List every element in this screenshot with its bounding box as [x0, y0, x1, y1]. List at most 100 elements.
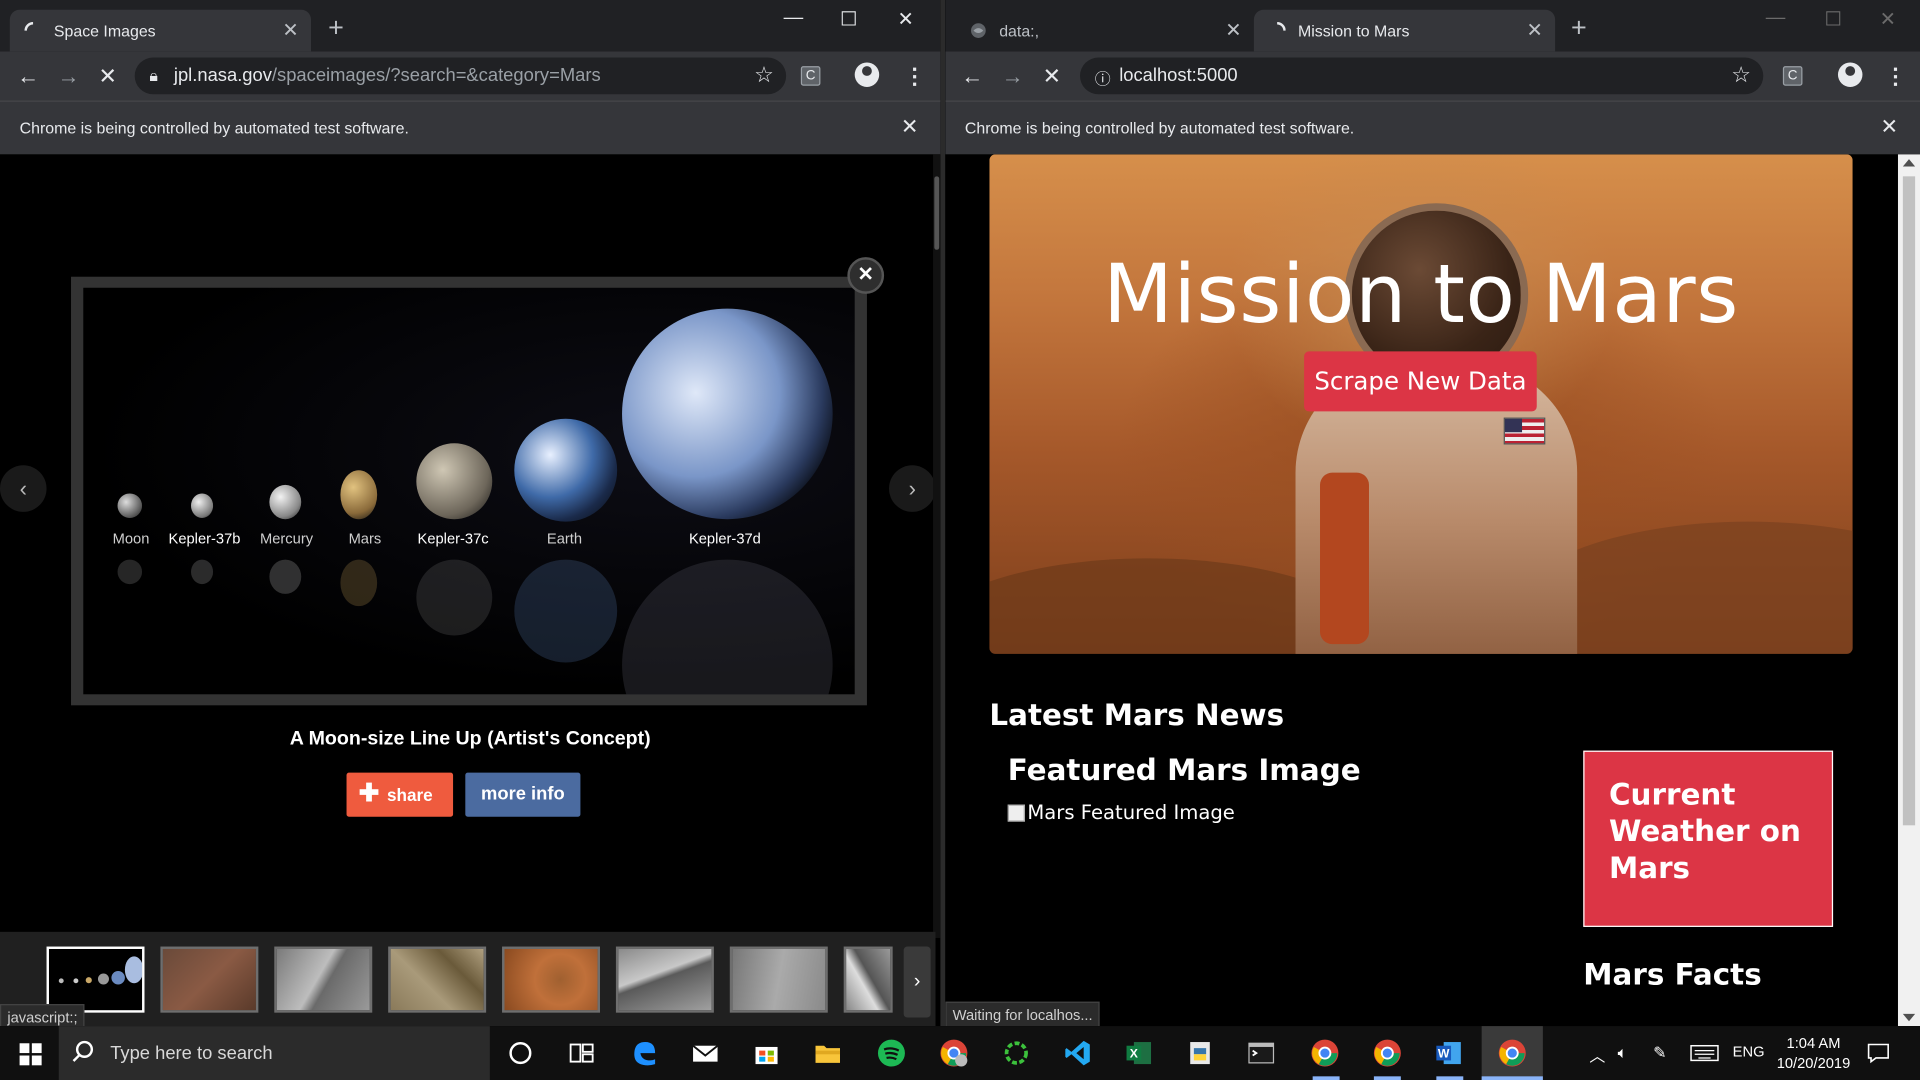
planet-label: Mars: [348, 530, 382, 548]
edge-icon[interactable]: [629, 1038, 658, 1067]
volume-icon[interactable]: 🔈︎: [1618, 1043, 1628, 1063]
scroll-up-icon[interactable]: [1902, 159, 1916, 167]
close-window-icon[interactable]: ✕: [1880, 7, 1896, 31]
address-bar[interactable]: 🔒︎ jpl.nasa.gov/spaceimages/?search=&cat…: [134, 57, 787, 95]
minimize-icon[interactable]: —: [784, 7, 804, 29]
back-arrow-icon[interactable]: ←: [958, 61, 987, 90]
right-browser-window: data:, ✕ Mission to Mars ✕ + — ☐ ✕ ← → ✕…: [945, 0, 1920, 1027]
status-bubble: javascript:;: [0, 1004, 85, 1027]
keyboard-icon[interactable]: [1690, 1043, 1719, 1063]
bookmark-star-icon[interactable]: ☆: [1731, 62, 1751, 88]
thumbnail-item[interactable]: [274, 946, 373, 1013]
excel-icon[interactable]: X: [1124, 1038, 1153, 1067]
thumbnail-item[interactable]: [843, 946, 893, 1013]
lightbox-close-button[interactable]: ✕: [847, 257, 885, 294]
right-page-content: Mission to Mars Scrape New Data Latest M…: [945, 154, 1920, 1027]
close-tab-icon[interactable]: ✕: [1526, 18, 1542, 42]
thumbnail-item[interactable]: [160, 946, 259, 1013]
thumbnail-next-icon[interactable]: ›: [903, 946, 931, 1018]
terminal-icon[interactable]: [1247, 1038, 1276, 1067]
cortana-icon[interactable]: [506, 1038, 535, 1067]
planet-label: Mercury: [259, 530, 314, 548]
featured-image-heading: Featured Mars Image: [1007, 753, 1361, 788]
system-clock[interactable]: 1:04 AM 10/20/2019: [1773, 1033, 1854, 1072]
new-tab-icon[interactable]: +: [328, 14, 344, 42]
close-tab-icon[interactable]: ✕: [282, 18, 298, 42]
task-view-icon[interactable]: [567, 1038, 596, 1067]
planet-label: Kepler-37c: [417, 530, 489, 548]
scrape-new-data-button[interactable]: Scrape New Data: [1304, 351, 1537, 412]
left-scrollbar[interactable]: [933, 154, 941, 938]
mail-icon[interactable]: [691, 1038, 720, 1067]
menu-kebab-icon[interactable]: ⋮: [904, 61, 926, 90]
infobar-close-icon[interactable]: ✕: [1881, 115, 1898, 139]
tab-mission-to-mars[interactable]: Mission to Mars ✕: [1253, 9, 1556, 52]
thumbnail-item[interactable]: [46, 946, 145, 1013]
automation-infobar: Chrome is being controlled by automated …: [945, 100, 1920, 155]
planet-kepler-37d: [622, 308, 833, 520]
back-arrow-icon[interactable]: ←: [13, 61, 42, 90]
clock-time: 1:04 AM: [1786, 1034, 1841, 1052]
stop-loading-icon[interactable]: ✕: [93, 61, 122, 90]
chrome-icon[interactable]: [1373, 1038, 1402, 1067]
image-caption: A Moon-size Line Up (Artist's Concept): [289, 728, 651, 750]
word-icon[interactable]: W: [1434, 1038, 1463, 1067]
maximize-icon[interactable]: ☐: [840, 7, 858, 31]
next-arrow-icon[interactable]: ›: [888, 465, 936, 512]
forward-arrow-icon[interactable]: →: [998, 61, 1027, 90]
menu-kebab-icon[interactable]: ⋮: [1885, 61, 1907, 90]
thumbnail-item[interactable]: [729, 946, 828, 1013]
notification-center-icon[interactable]: [1866, 1041, 1890, 1065]
ring-app-icon[interactable]: [1002, 1038, 1031, 1067]
tab-space-images[interactable]: Space Images ✕: [9, 9, 312, 52]
windows-taskbar: Type here to search X W ︿ 🔈︎ ✎ ENG 1:04 …: [0, 1026, 1920, 1080]
taskbar-search-box[interactable]: Type here to search: [58, 1026, 490, 1080]
new-tab-icon[interactable]: +: [1571, 14, 1587, 42]
maximize-icon[interactable]: ☐: [1825, 7, 1843, 31]
vscode-icon[interactable]: [1063, 1038, 1092, 1067]
spotify-icon[interactable]: [877, 1038, 906, 1067]
mars-facts-heading: Mars Facts: [1583, 957, 1762, 992]
planet-moon: [117, 493, 143, 518]
svg-text:W: W: [1438, 1046, 1450, 1060]
status-bubble: Waiting for localhos...: [945, 1001, 1100, 1027]
forward-arrow-icon[interactable]: →: [54, 61, 83, 90]
minimize-icon[interactable]: —: [1766, 7, 1786, 29]
bookmark-star-icon[interactable]: ☆: [754, 62, 774, 88]
python-icon[interactable]: [1185, 1038, 1214, 1067]
thumbnail-item[interactable]: [388, 946, 487, 1013]
close-window-icon[interactable]: ✕: [898, 7, 914, 31]
tab-data[interactable]: data:, ✕: [955, 10, 1254, 52]
prev-arrow-icon[interactable]: ‹: [0, 465, 47, 512]
thumbnail-item[interactable]: [502, 946, 601, 1013]
infobar-text: Chrome is being controlled by automated …: [964, 118, 1355, 138]
profile-avatar-icon[interactable]: [854, 62, 880, 87]
store-icon[interactable]: [752, 1038, 781, 1067]
extension-c-icon[interactable]: C: [800, 66, 821, 86]
tab-title: Space Images: [53, 22, 156, 41]
extension-c-icon[interactable]: C: [1782, 66, 1803, 86]
share-button[interactable]: ✚ share: [346, 772, 454, 817]
chrome-profile-icon[interactable]: [939, 1038, 968, 1067]
file-explorer-icon[interactable]: [813, 1038, 842, 1067]
thumbnail-item[interactable]: [615, 946, 714, 1013]
chrome-icon[interactable]: [1310, 1038, 1339, 1067]
url-text: jpl.nasa.gov/spaceimages/?search=&catego…: [173, 64, 601, 86]
chrome-active-icon[interactable]: [1498, 1038, 1527, 1067]
pen-icon[interactable]: ✎: [1653, 1043, 1666, 1063]
infobar-close-icon[interactable]: ✕: [901, 115, 918, 139]
right-scrollbar[interactable]: [1897, 154, 1920, 1027]
svg-text:X: X: [1130, 1046, 1139, 1060]
tray-expand-icon[interactable]: ︿: [1589, 1043, 1605, 1066]
stop-loading-icon[interactable]: ✕: [1037, 61, 1066, 90]
reflection: [416, 559, 493, 636]
scroll-down-icon[interactable]: [1902, 1013, 1916, 1022]
windows-start-icon[interactable]: [19, 1043, 42, 1066]
address-bar[interactable]: ⓘ localhost:5000 ☆: [1080, 57, 1764, 95]
close-tab-icon[interactable]: ✕: [1225, 18, 1241, 42]
language-indicator[interactable]: ENG: [1733, 1043, 1765, 1060]
reflection: [191, 559, 214, 585]
more-info-button[interactable]: more info: [465, 772, 581, 817]
profile-avatar-icon[interactable]: [1837, 62, 1863, 87]
scroll-thumb[interactable]: [1902, 176, 1916, 826]
